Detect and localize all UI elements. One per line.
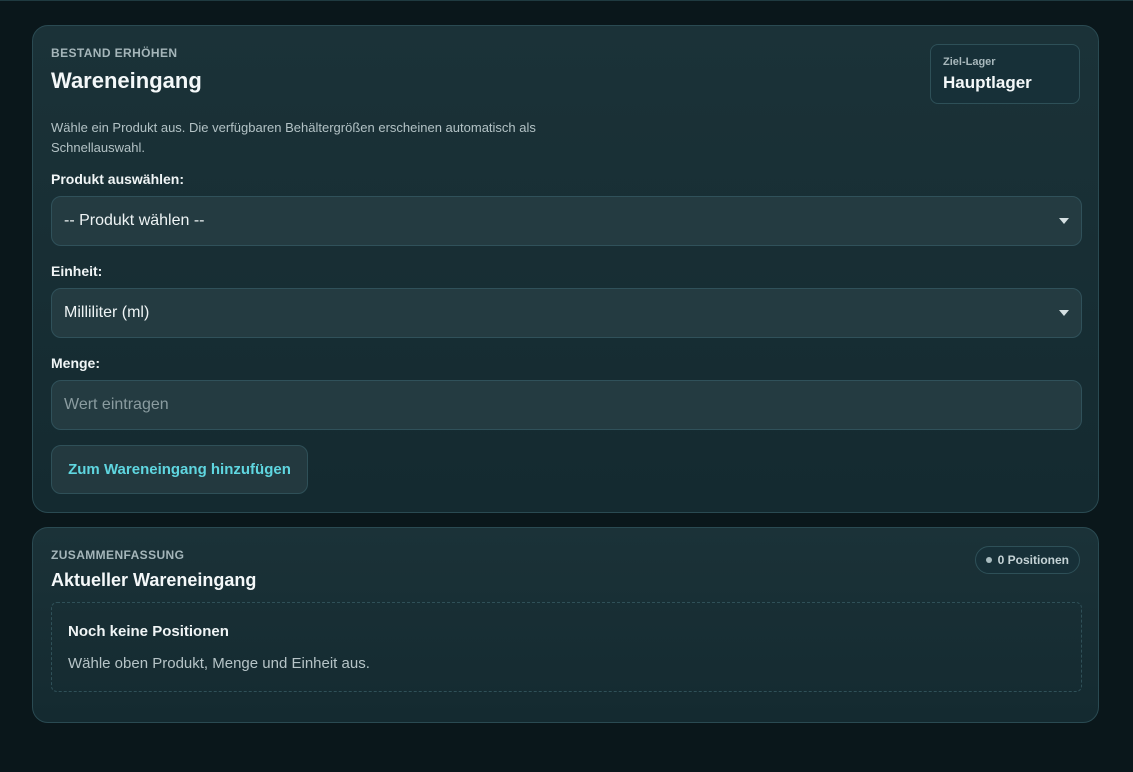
unit-label: Einheit: <box>51 263 103 279</box>
intake-card: BESTAND ERHÖHEN Wareneingang Ziel-Lager … <box>32 25 1099 513</box>
add-to-intake-button[interactable]: Zum Wareneingang hinzufügen <box>51 445 308 494</box>
empty-state-text: Wähle oben Produkt, Menge und Einheit au… <box>68 655 370 672</box>
intake-title: Wareneingang <box>51 68 202 93</box>
summary-title: Aktueller Wareneingang <box>51 570 257 590</box>
unit-select[interactable]: Milliliter (ml) <box>51 288 1082 338</box>
unit-select-value: Milliliter (ml) <box>64 304 150 321</box>
intake-eyebrow: BESTAND ERHÖHEN <box>51 46 178 60</box>
summary-card: ZUSAMMENFASSUNG Aktueller Wareneingang 0… <box>32 527 1099 723</box>
chevron-down-icon <box>1059 310 1069 316</box>
product-select-value: -- Produkt wählen -- <box>64 212 205 229</box>
empty-state-box: Noch keine Positionen Wähle oben Produkt… <box>51 602 1082 692</box>
chevron-down-icon <box>1059 218 1069 224</box>
target-warehouse-box: Ziel-Lager Hauptlager <box>930 44 1080 104</box>
quantity-placeholder: Wert eintragen <box>64 396 169 413</box>
product-label: Produkt auswählen: <box>51 171 185 187</box>
intake-description: Wähle ein Produkt aus. Die verfügbaren B… <box>51 120 536 155</box>
product-select[interactable]: -- Produkt wählen -- <box>51 196 1082 246</box>
positions-count-badge: 0 Positionen <box>974 546 1080 574</box>
empty-state-title: Noch keine Positionen <box>68 623 229 640</box>
positions-count-text: 0 Positionen <box>997 553 1069 567</box>
quantity-label: Menge: <box>51 355 100 371</box>
target-warehouse-label: Ziel-Lager <box>943 56 996 68</box>
summary-eyebrow: ZUSAMMENFASSUNG <box>51 548 185 562</box>
top-divider <box>0 0 1133 1</box>
quantity-input[interactable]: Wert eintragen <box>51 380 1082 430</box>
target-warehouse-value: Hauptlager <box>943 73 1032 92</box>
status-dot-icon <box>985 557 992 563</box>
